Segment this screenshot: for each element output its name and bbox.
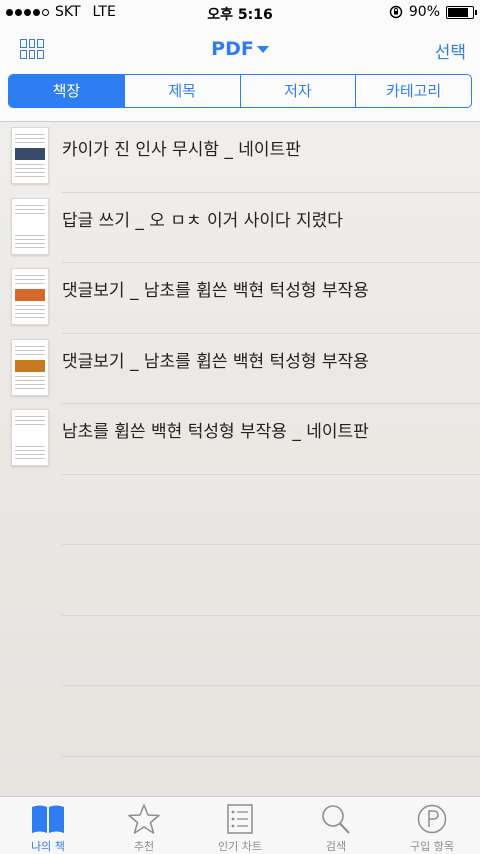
tab-label: 검색 xyxy=(325,840,347,853)
thumbnail-text-line xyxy=(15,416,45,417)
thumbnail-text-line xyxy=(15,454,45,455)
thumbnail-text-line xyxy=(15,379,45,381)
thumbnail-text-line xyxy=(15,204,45,206)
caret-down-icon xyxy=(256,46,269,53)
book-thumbnail xyxy=(11,127,49,184)
thumbnail-text-line xyxy=(15,345,45,347)
orientation-lock-icon xyxy=(389,5,403,19)
book-row[interactable]: 카이가 진 인사 무시함 _ 네이트판 xyxy=(11,122,480,193)
thumbnail-image xyxy=(15,289,45,301)
battery-percent: 90% xyxy=(408,4,440,20)
tab-my-books[interactable]: 나의 책 xyxy=(0,797,96,854)
book-thumbnail xyxy=(11,268,49,325)
shelf-divider xyxy=(62,616,480,686)
thumbnail-text-line xyxy=(15,238,45,240)
thumbnail-text-line xyxy=(15,279,45,280)
segment-bookshelf[interactable]: 책장 xyxy=(9,75,124,107)
thumbnail-text-line xyxy=(15,168,45,169)
thumbnail-text-line xyxy=(15,450,45,451)
thumbnail-text-line xyxy=(15,387,45,389)
thumbnail-text-line xyxy=(15,313,45,314)
shelf-divider xyxy=(62,545,480,616)
thumbnail-text-line xyxy=(15,283,45,284)
book-thumbnail xyxy=(11,338,49,396)
format-dropdown-label: PDF xyxy=(211,38,254,60)
star-icon xyxy=(128,804,160,834)
battery-icon xyxy=(446,5,477,19)
thumbnail-text-line xyxy=(15,353,45,355)
book-title: 답글 쓰기 _ 오 ㅁㅊ 이거 사이다 지렸다 xyxy=(62,210,343,231)
sort-bar: 책장 제목 저자 카테고리 xyxy=(0,72,480,122)
thumbnail-text-line xyxy=(15,142,45,143)
thumbnail-image xyxy=(15,359,45,372)
book-list: 카이가 진 인사 무시함 _ 네이트판 답글 쓰기 _ 오 ㅁㅊ 이거 사이다 … xyxy=(0,122,480,757)
thumbnail-text-line xyxy=(15,317,45,318)
shelf-divider xyxy=(62,475,480,545)
book-title: 댓글보기 _ 남초를 휩쓴 백현 턱성형 부작용 xyxy=(62,351,369,372)
thumbnail-text-line xyxy=(15,275,45,276)
tab-label: 인기 차트 xyxy=(218,840,262,853)
book-thumbnail xyxy=(11,409,49,466)
book-icon xyxy=(32,805,64,833)
chart-list-icon xyxy=(227,804,253,834)
navigation-bar: PDF 선택 xyxy=(0,26,480,72)
book-row[interactable]: 남초를 휩쓴 백현 턱성형 부작용 _ 네이트판 xyxy=(11,404,480,475)
book-title: 댓글보기 _ 남초를 휩쓴 백현 턱성형 부작용 xyxy=(62,281,369,301)
segment-category[interactable]: 카테고리 xyxy=(355,75,471,107)
book-title: 카이가 진 인사 무시함 _ 네이트판 xyxy=(62,140,301,160)
thumbnail-text-line xyxy=(15,383,45,385)
segment-title[interactable]: 제목 xyxy=(123,75,240,107)
tab-bar: 나의 책 추천 인기 차트 검색 구입 항목 xyxy=(0,796,480,854)
thumbnail-text-line xyxy=(15,446,45,447)
thumbnail-text-line xyxy=(15,242,45,244)
tab-recommended[interactable]: 추천 xyxy=(96,797,192,854)
thumbnail-text-line xyxy=(15,234,45,236)
shelf-divider xyxy=(62,686,480,757)
thumbnail-text-line xyxy=(15,375,45,377)
thumbnail-text-line xyxy=(15,208,45,210)
tab-label: 구입 항목 xyxy=(410,840,454,853)
thumbnail-text-line xyxy=(15,305,45,306)
status-bar: SKT LTE 오후 5:16 90% xyxy=(0,0,480,26)
thumbnail-text-line xyxy=(15,420,45,421)
tab-label: 추천 xyxy=(133,840,155,853)
thumbnail-text-line xyxy=(15,309,45,310)
thumbnail-text-line xyxy=(15,176,45,177)
thumbnail-text-line xyxy=(15,458,45,459)
thumbnail-text-line xyxy=(15,164,45,165)
select-button[interactable]: 선택 xyxy=(435,38,466,63)
sort-segmented-control: 책장 제목 저자 카테고리 xyxy=(8,74,472,108)
format-dropdown[interactable]: PDF xyxy=(0,38,480,60)
book-thumbnail xyxy=(11,197,49,255)
thumbnail-text-line xyxy=(15,172,45,173)
thumbnail-text-line xyxy=(15,212,45,214)
book-title: 남초를 휩쓴 백현 턱성형 부작용 _ 네이트판 xyxy=(62,422,369,442)
thumbnail-text-line xyxy=(15,138,45,139)
book-row[interactable]: 답글 쓰기 _ 오 ㅁㅊ 이거 사이다 지렸다 xyxy=(11,193,480,263)
thumbnail-text-line xyxy=(15,349,45,351)
thumbnail-text-line xyxy=(15,246,45,248)
thumbnail-image xyxy=(15,148,45,160)
thumbnail-text-line xyxy=(15,424,45,425)
tab-purchased[interactable]: 구입 항목 xyxy=(384,797,480,854)
book-row[interactable]: 댓글보기 _ 남초를 휩쓴 백현 턱성형 부작용 xyxy=(11,263,480,334)
purchased-icon xyxy=(417,804,447,834)
search-icon xyxy=(322,805,350,834)
tab-label: 나의 책 xyxy=(31,840,65,853)
tab-search[interactable]: 검색 xyxy=(288,797,384,854)
status-right: 90% xyxy=(389,4,477,20)
thumbnail-text-line xyxy=(15,134,45,135)
tab-top-charts[interactable]: 인기 차트 xyxy=(192,797,288,854)
book-row[interactable]: 댓글보기 _ 남초를 휩쓴 백현 턱성형 부작용 xyxy=(11,334,480,404)
segment-author[interactable]: 저자 xyxy=(239,75,356,107)
